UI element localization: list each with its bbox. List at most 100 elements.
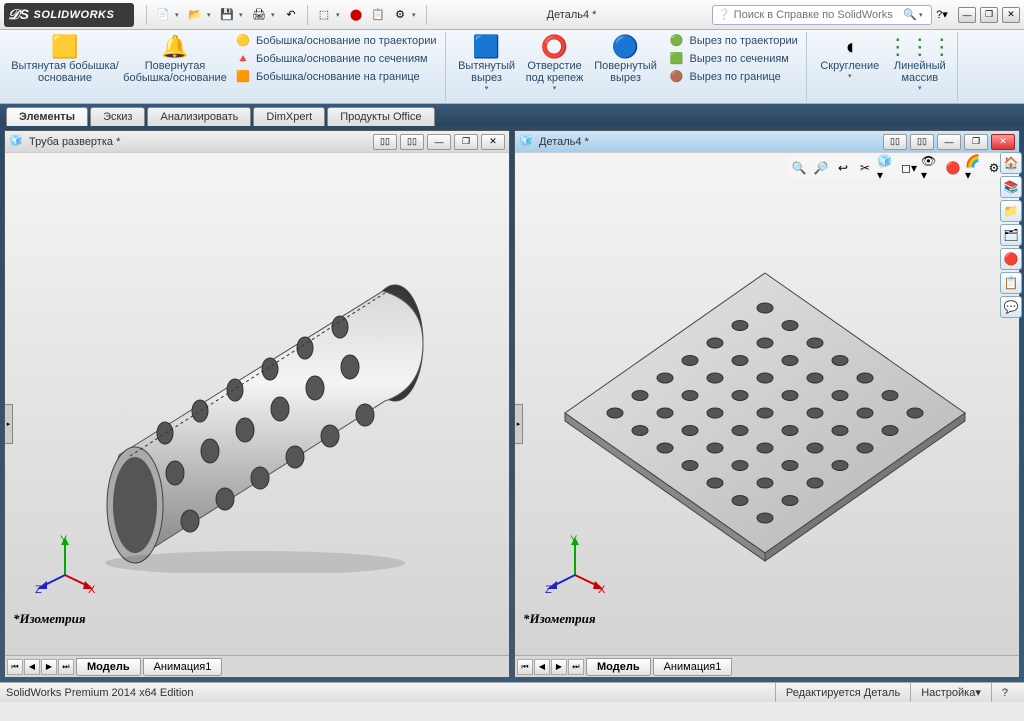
swept-boss-button[interactable]: 🟡Бобышка/основание по траектории	[230, 32, 441, 49]
minimize-button[interactable]: —	[958, 7, 976, 23]
tab-nav-prev[interactable]: ◀	[24, 659, 40, 675]
extruded-cut-icon: 🟦	[473, 34, 500, 60]
linear-pattern-button[interactable]: ⋮⋮⋮ Линейный массив▾	[887, 32, 953, 92]
prev-view-button[interactable]: ↩	[833, 159, 853, 177]
tab-nav-last[interactable]: ⏭	[58, 659, 74, 675]
doc-right-view1-button[interactable]: ▯▯	[883, 134, 907, 150]
view-triad-right: Y X Z	[545, 535, 605, 595]
view-orient-button[interactable]: 🧊▾	[877, 159, 897, 177]
doc-left-view2-button[interactable]: ▯▯	[400, 134, 424, 150]
quick-access-toolbar: 📄▾ 📂▾ 💾▾ 🖨▾ ↶ ⬚▾ ⬤ 📋 ⚙▾	[142, 5, 431, 25]
hole-wizard-icon: ⭕	[541, 34, 568, 60]
open-file-button[interactable]: 📂	[185, 5, 205, 25]
window-controls: — ❐ ✕	[958, 7, 1020, 23]
appearance-button[interactable]: 🔴	[943, 159, 963, 177]
feature-tree-expand[interactable]: ▸	[5, 404, 13, 444]
doc-left-tab-anim[interactable]: Анимация1	[143, 658, 223, 676]
tab-nav-next[interactable]: ▶	[41, 659, 57, 675]
rebuild-button[interactable]: ⬤	[346, 5, 366, 25]
zoom-area-button[interactable]: 🔎	[811, 159, 831, 177]
help-dropdown[interactable]: ?▾	[932, 5, 952, 25]
logo-text: SOLIDWORKS	[34, 9, 115, 21]
file-explorer-tab[interactable]: 📁	[1000, 200, 1022, 222]
extruded-cut-button[interactable]: 🟦 Вытянутый вырез▾	[452, 32, 522, 92]
doc-left-close-button[interactable]: ✕	[481, 134, 505, 150]
revolved-cut-button[interactable]: 🔵 Повернутый вырез	[588, 32, 664, 84]
command-tabs: Элементы Эскиз Анализировать DimXpert Пр…	[0, 104, 1024, 126]
edition-label: SolidWorks Premium 2014 x64 Edition	[6, 687, 194, 699]
settings-button[interactable]: ⚙	[390, 5, 410, 25]
revolved-cut-icon: 🔵	[612, 34, 639, 60]
hide-show-button[interactable]: 👁▾	[921, 159, 941, 177]
help-search[interactable]: ❔ 🔍 ▾	[712, 5, 932, 25]
tab-features[interactable]: Элементы	[6, 107, 88, 126]
doc-right-view2-button[interactable]: ▯▯	[910, 134, 934, 150]
boundary-boss-button[interactable]: 🟧Бобышка/основание на границе	[230, 68, 441, 85]
lofted-cut-icon: 🟩	[668, 52, 686, 65]
options-button[interactable]: 📋	[368, 5, 388, 25]
customize-button[interactable]: Настройка ▾	[910, 683, 991, 702]
forum-tab[interactable]: 💬	[1000, 296, 1022, 318]
title-bar: 𝒟SSOLIDWORKS 📄▾ 📂▾ 💾▾ 🖨▾ ↶ ⬚▾ ⬤ 📋 ⚙▾ Дет…	[0, 0, 1024, 30]
doc-right-max-button[interactable]: ❐	[964, 134, 988, 150]
doc-left-titlebar[interactable]: 🧊 Труба развертка * ▯▯ ▯▯ — ❐ ✕	[5, 131, 509, 153]
doc-right-min-button[interactable]: —	[937, 134, 961, 150]
doc-left-title: Труба развертка *	[29, 136, 373, 148]
doc-right-titlebar[interactable]: 🧊 Деталь4 * ▯▯ ▯▯ — ❐ ✕	[515, 131, 1019, 153]
save-button[interactable]: 💾	[217, 5, 237, 25]
tab-dimxpert[interactable]: DimXpert	[253, 107, 325, 126]
tab-evaluate[interactable]: Анализировать	[147, 107, 251, 126]
view-triad-left: Y X Z	[35, 535, 95, 595]
view-palette-tab[interactable]: 🗂	[1000, 224, 1022, 246]
tab-office[interactable]: Продукты Office	[327, 107, 434, 126]
hole-wizard-button[interactable]: ⭕ Отверстие под крепеж▾	[522, 32, 588, 92]
custom-props-tab[interactable]: 📋	[1000, 272, 1022, 294]
window-title: Деталь4 *	[431, 9, 712, 21]
doc-right-tab-model[interactable]: Модель	[586, 658, 651, 676]
close-button[interactable]: ✕	[1002, 7, 1020, 23]
doc-right-viewport[interactable]: 🔍 🔎 ↩ ✂ 🧊▾ ◻▾ 👁▾ 🔴 🌈▾ ⚙▾ ▸	[515, 153, 1019, 655]
scene-button[interactable]: 🌈▾	[965, 159, 985, 177]
print-button[interactable]: 🖨	[249, 5, 269, 25]
lofted-cut-button[interactable]: 🟩Вырез по сечениям	[664, 50, 802, 67]
swept-cut-button[interactable]: 🟢Вырез по траектории	[664, 32, 802, 49]
revolved-boss-button[interactable]: 🔔 Повернутая бобышка/основание	[120, 32, 230, 84]
task-pane: 🏠 📚 📁 🗂 🔴 📋 💬	[1000, 152, 1024, 318]
svg-text:Y: Y	[570, 535, 578, 546]
extruded-boss-button[interactable]: 🟨 Вытянутая бобышка/основание	[10, 32, 120, 84]
tab-nav-first-r[interactable]: ⏮	[517, 659, 533, 675]
lofted-boss-button[interactable]: 🔺Бобышка/основание по сечениям	[230, 50, 441, 67]
tab-nav-next-r[interactable]: ▶	[551, 659, 567, 675]
search-input[interactable]	[734, 9, 901, 21]
tab-nav-last-r[interactable]: ⏭	[568, 659, 584, 675]
doc-left-view1-button[interactable]: ▯▯	[373, 134, 397, 150]
fillet-icon: ◖	[843, 34, 856, 60]
doc-left-viewport[interactable]: ▸	[5, 153, 509, 655]
doc-left-max-button[interactable]: ❐	[454, 134, 478, 150]
search-go-icon[interactable]: 🔍	[901, 8, 919, 21]
feature-tree-expand-right[interactable]: ▸	[515, 404, 523, 444]
maximize-button[interactable]: ❐	[980, 7, 998, 23]
tab-sketch[interactable]: Эскиз	[90, 107, 145, 126]
doc-right-close-button[interactable]: ✕	[991, 134, 1015, 150]
tab-nav-first[interactable]: ⏮	[7, 659, 23, 675]
section-view-button[interactable]: ✂	[855, 159, 875, 177]
new-file-button[interactable]: 📄	[153, 5, 173, 25]
undo-button[interactable]: ↶	[281, 5, 301, 25]
fillet-button[interactable]: ◖ Скругление▾	[813, 32, 887, 80]
appearances-tab[interactable]: 🔴	[1000, 248, 1022, 270]
doc-left-min-button[interactable]: —	[427, 134, 451, 150]
design-library-tab[interactable]: 📚	[1000, 176, 1022, 198]
doc-left-tab-model[interactable]: Модель	[76, 658, 141, 676]
extruded-boss-icon: 🟨	[51, 34, 78, 60]
select-button[interactable]: ⬚	[314, 5, 334, 25]
tab-nav-prev-r[interactable]: ◀	[534, 659, 550, 675]
boundary-cut-button[interactable]: 🟤Вырез по границе	[664, 68, 802, 85]
resources-tab[interactable]: 🏠	[1000, 152, 1022, 174]
part-icon: 🧊	[519, 134, 535, 150]
ribbon: 🟨 Вытянутая бобышка/основание 🔔 Повернут…	[0, 30, 1024, 104]
help-status-button[interactable]: ?	[991, 683, 1018, 702]
display-style-button[interactable]: ◻▾	[899, 159, 919, 177]
zoom-fit-button[interactable]: 🔍	[789, 159, 809, 177]
doc-right-tab-anim[interactable]: Анимация1	[653, 658, 733, 676]
